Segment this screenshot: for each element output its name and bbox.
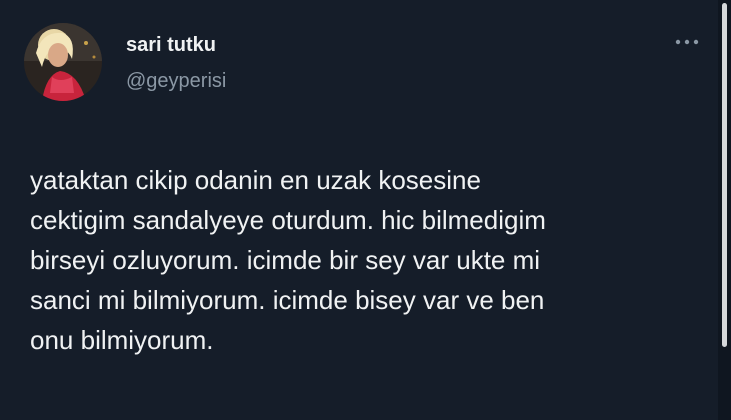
author-name[interactable]: sari tutku [126, 34, 216, 57]
tweet-card: sari tutku @geyperisi yataktan cikip oda… [0, 0, 731, 420]
avatar[interactable] [24, 23, 102, 101]
scrollbar-thumb[interactable] [722, 3, 727, 347]
tweet-text-line: cektigim sandalyeye oturdum. hic bilmedi… [30, 205, 546, 235]
more-options-icon[interactable] [674, 35, 700, 49]
tweet-text-line: onu bilmiyorum. [30, 325, 214, 355]
tweet-text-line: sanci mi bilmiyorum. icimde bisey var ve… [30, 285, 545, 315]
scrollbar[interactable] [718, 0, 731, 420]
tweet-text: yataktan cikip odanin en uzak kosesine c… [30, 160, 710, 360]
author-handle[interactable]: @geyperisi [126, 70, 226, 93]
tweet-text-line: birseyi ozluyorum. icimde bir sey var uk… [30, 245, 541, 275]
avatar-photo [24, 23, 102, 101]
tweet-text-line: yataktan cikip odanin en uzak kosesine [30, 165, 481, 195]
